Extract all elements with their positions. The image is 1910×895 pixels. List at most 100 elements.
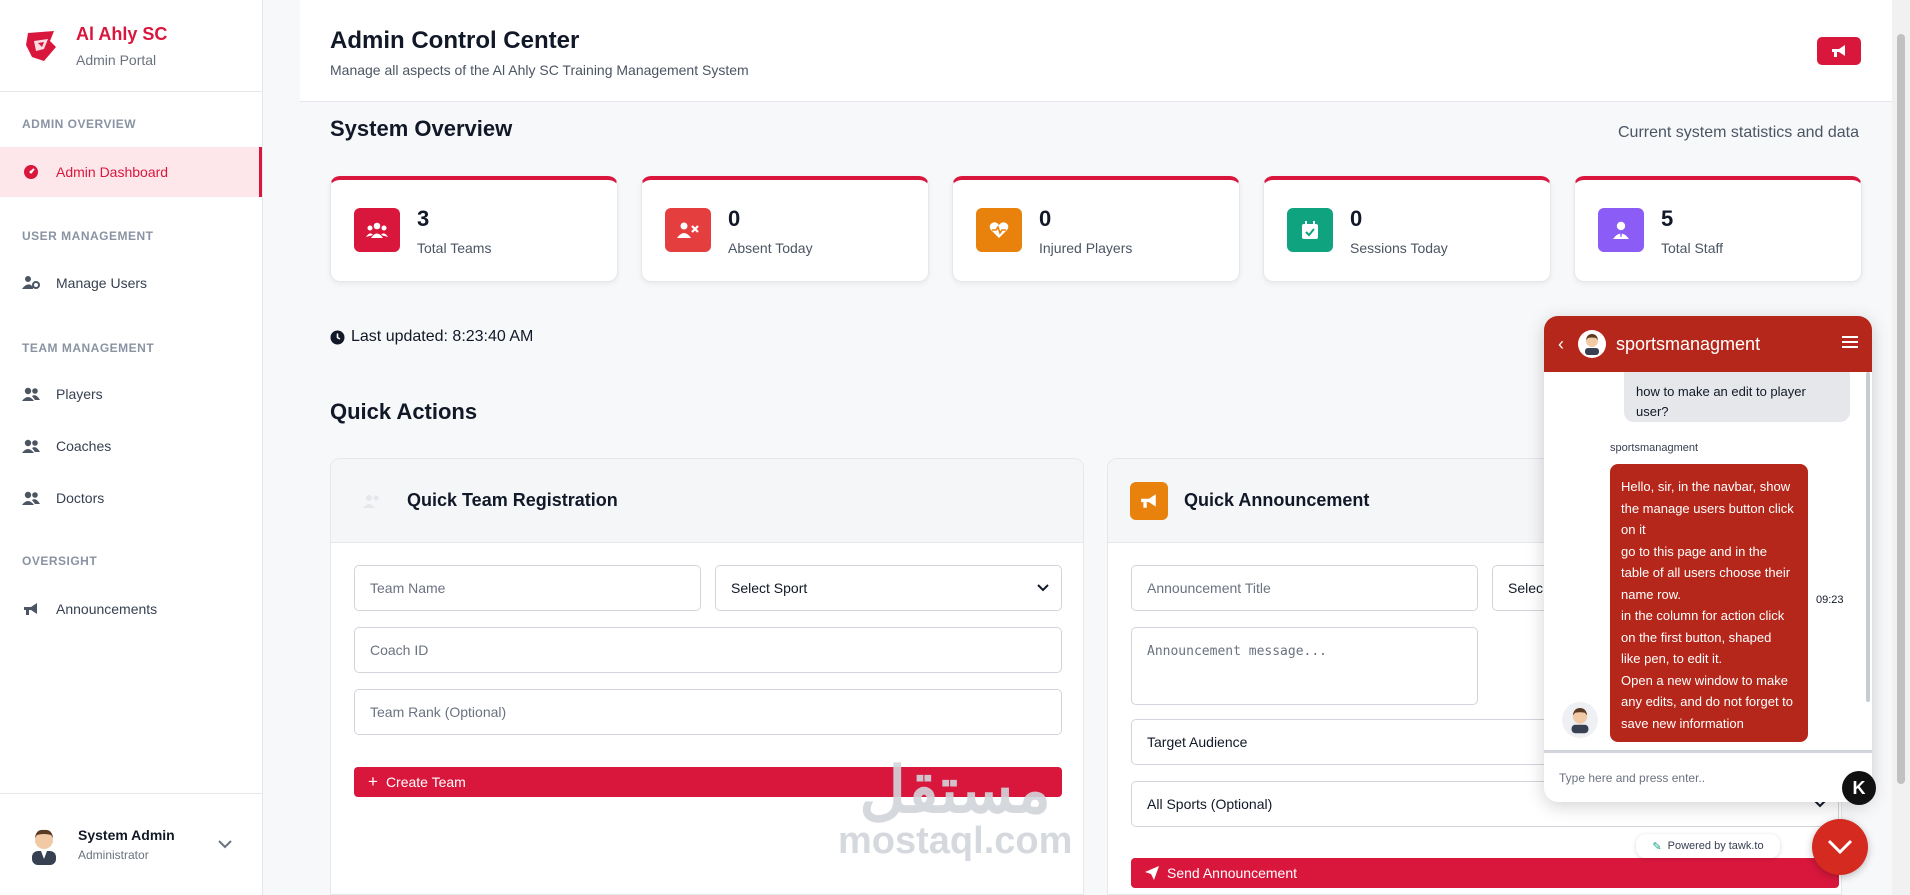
sidebar-item-manage-users[interactable]: Manage Users: [0, 258, 262, 308]
users-icon: [353, 482, 391, 520]
watermark-latin: mostaql.com: [838, 820, 1073, 862]
overview-description: Current system statistics and data: [1618, 124, 1859, 141]
team-rank-input[interactable]: Team Rank (Optional): [354, 689, 1062, 735]
chat-messages: how to make an edit to player user? spor…: [1544, 372, 1872, 750]
agent-message-line: in the column for action click: [1621, 608, 1785, 623]
sport-select-value: Select Sport: [731, 580, 808, 596]
stat-label: Total Teams: [417, 240, 492, 256]
users-cog-icon: [22, 274, 40, 292]
users-icon: [354, 208, 400, 252]
panel-title: Quick Announcement: [1184, 490, 1370, 510]
sidebar-item-doctors[interactable]: Doctors: [0, 473, 262, 523]
sidebar-item-label: Announcements: [56, 601, 158, 617]
agent-message-line: Open a new window to make: [1621, 672, 1788, 688]
overview-title: System Overview: [330, 116, 513, 141]
clock-icon: [330, 330, 345, 344]
announcement-button[interactable]: [1817, 37, 1861, 65]
team-name-input[interactable]: Team Name: [354, 565, 701, 611]
message-sender: sportsmanagment: [1610, 442, 1699, 454]
page-subtitle: Manage all aspects of the Al Ahly SC Tra…: [330, 62, 749, 78]
last-updated-text: Last updated: 8:23:40 AM: [351, 328, 534, 345]
chevron-down-icon: [1037, 584, 1049, 592]
stat-label: Absent Today: [728, 240, 813, 256]
user-name: System Admin: [78, 827, 175, 843]
stat-value: 0: [1350, 206, 1363, 231]
sidebar-item-players[interactable]: Players: [0, 369, 262, 419]
sidebar-item-label: Coaches: [56, 438, 112, 454]
stat-label: Injured Players: [1039, 240, 1133, 256]
watermark: مستقل mostaql.com: [838, 758, 1073, 863]
brand-title: Al Ahly SC: [76, 23, 168, 44]
powered-by[interactable]: ✎ Powered by tawk.to: [1636, 834, 1780, 858]
message-time: 09:23: [1816, 594, 1844, 606]
coach-id-input[interactable]: Coach ID: [354, 627, 1062, 673]
section-user-management: USER MANAGEMENT: [22, 229, 154, 243]
announcement-message-input[interactable]: Announcement message...: [1131, 627, 1478, 705]
stat-card-total-staff: 5 Total Staff: [1574, 176, 1862, 282]
sidebar: Al Ahly SC Admin Portal ADMIN OVERVIEW A…: [0, 0, 263, 895]
sidebar-item-coaches[interactable]: Coaches: [0, 421, 262, 471]
page-scrollbar[interactable]: [1892, 0, 1910, 895]
user-message: how to make an edit to player user?: [1624, 372, 1850, 422]
sidebar-item-announcements[interactable]: Announcements: [0, 584, 262, 634]
panel-title: Quick Team Registration: [407, 490, 618, 510]
stat-card-injured-players: 0 Injured Players: [952, 176, 1240, 282]
dashboard-icon: [22, 163, 40, 181]
back-arrow-icon[interactable]: ‹: [1558, 334, 1564, 355]
send-announcement-button[interactable]: Send Announcement: [1131, 858, 1839, 888]
stat-card-sessions-today: 0 Sessions Today: [1263, 176, 1551, 282]
stat-value: 0: [1039, 206, 1052, 231]
tawk-icon: ✎: [1652, 840, 1662, 853]
users-icon: [22, 489, 40, 507]
chat-header: ‹ sportsmanagment: [1544, 316, 1872, 372]
agent-message-line: table of all users choose their: [1621, 565, 1791, 580]
sidebar-item-label: Admin Dashboard: [56, 164, 169, 180]
sidebar-item-label: Manage Users: [56, 275, 148, 291]
club-logo-icon: [26, 30, 56, 61]
stat-value: 0: [728, 206, 741, 231]
chat-toggle-button[interactable]: [1812, 819, 1868, 875]
agent-message-line: like pen, to edit it.: [1621, 651, 1723, 666]
chat-input[interactable]: Type here and press enter..: [1544, 750, 1872, 802]
agent-avatar: [1578, 330, 1606, 358]
agent-message-line: on the first button, shaped: [1621, 629, 1772, 645]
stat-card-total-teams: 3 Total Teams: [330, 176, 618, 282]
agent-message: Hello, sir, in the navbar, show the mana…: [1610, 464, 1808, 742]
scrollbar-thumb[interactable]: [1897, 34, 1905, 784]
menu-icon[interactable]: [1842, 335, 1858, 353]
sport-select[interactable]: Select Sport: [715, 565, 1062, 611]
page-header: Admin Control Center Manage all aspects …: [300, 0, 1910, 102]
agent-message-line: on it: [1621, 522, 1646, 537]
k-logo-icon[interactable]: K: [1842, 771, 1876, 805]
brand[interactable]: Al Ahly SC Admin Portal: [0, 0, 262, 92]
agent-message-line: go to this page and in the: [1621, 543, 1768, 559]
chevron-down-icon[interactable]: [218, 836, 232, 854]
agent-message-line: any edits, and do not forget to: [1621, 694, 1794, 709]
chat-scrollbar[interactable]: [1866, 372, 1870, 702]
stat-label: Sessions Today: [1350, 240, 1448, 256]
avatar: [32, 829, 56, 865]
user-role: Administrator: [78, 848, 149, 862]
users-icon: [22, 437, 40, 455]
user-x-icon: [665, 208, 711, 252]
stat-value: 3: [417, 206, 430, 231]
sidebar-item-admin-dashboard[interactable]: Admin Dashboard: [0, 147, 262, 197]
last-updated: Last updated: 8:23:40 AM: [330, 328, 533, 346]
user-menu[interactable]: System Admin Administrator: [0, 793, 262, 895]
megaphone-icon: [22, 600, 40, 618]
calendar-check-icon: [1287, 208, 1333, 252]
stat-value: 5: [1661, 206, 1674, 231]
quick-actions-title: Quick Actions: [330, 399, 478, 424]
users-icon: [22, 385, 40, 403]
chat-widget[interactable]: ‹ sportsmanagment how to make an edit to…: [1544, 316, 1872, 802]
agent-avatar: [1562, 702, 1598, 738]
announcement-title-input[interactable]: Announcement Title: [1131, 565, 1478, 611]
megaphone-icon: [1832, 45, 1845, 57]
stat-label: Total Staff: [1661, 240, 1724, 256]
agent-message-line: name row.: [1621, 586, 1681, 602]
user-tie-icon: [1598, 208, 1644, 252]
heart-pulse-icon: [976, 208, 1022, 252]
sidebar-item-label: Players: [56, 386, 103, 402]
chevron-down-icon: [1827, 839, 1853, 855]
chat-agent-name: sportsmanagment: [1616, 333, 1761, 354]
